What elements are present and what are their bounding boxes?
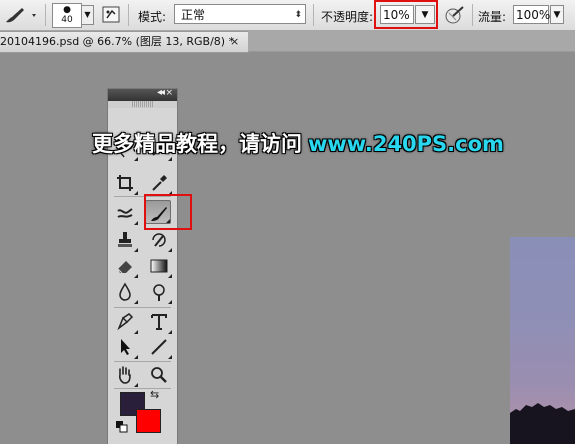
canvas-hill-silhouette bbox=[510, 403, 575, 444]
close-icon[interactable]: × bbox=[165, 88, 173, 98]
brush-size-picker[interactable]: ● 40 bbox=[52, 3, 82, 28]
tools-panel-header[interactable]: ◂◂ × bbox=[108, 87, 177, 101]
arrow-cursor-icon bbox=[121, 339, 130, 355]
flow-dropdown-arrow[interactable]: ▼ bbox=[550, 5, 564, 24]
droplet-icon bbox=[119, 282, 131, 301]
brush-size-value: 40 bbox=[61, 15, 73, 25]
flow-label: 流量: bbox=[478, 10, 507, 24]
eraser-icon bbox=[117, 261, 132, 274]
brush-icon bbox=[6, 8, 36, 23]
default-colors-glyph bbox=[116, 421, 128, 433]
tab-strip bbox=[248, 31, 575, 52]
document-tab-title: 20104196.psd @ 66.7% (图层 13, RGB/8) * bbox=[0, 35, 235, 48]
type-tool[interactable] bbox=[146, 310, 172, 334]
separator bbox=[128, 4, 129, 26]
watermark-url: www.240PS.com bbox=[308, 132, 504, 156]
watermark-banner: 更多精品教程，请访问 www.240PS.com bbox=[92, 128, 504, 158]
separator bbox=[472, 4, 473, 26]
blur-tool[interactable] bbox=[112, 280, 138, 304]
pen-icon bbox=[117, 313, 134, 331]
mode-value: 正常 bbox=[181, 8, 206, 22]
hand-icon bbox=[119, 366, 131, 384]
watermark-text: 更多精品教程，请访问 bbox=[92, 132, 302, 156]
dodge-tool[interactable] bbox=[146, 280, 172, 304]
opacity-highlight-box bbox=[374, 0, 438, 29]
tablet-pressure-icon bbox=[445, 6, 464, 24]
tools-separator bbox=[114, 388, 171, 389]
crop-icon bbox=[117, 175, 133, 191]
type-icon bbox=[151, 314, 167, 330]
mode-label: 模式: bbox=[138, 10, 167, 24]
history-brush-tool[interactable] bbox=[146, 228, 172, 252]
pressure-opacity-button[interactable] bbox=[444, 4, 466, 26]
tools-panel-grip[interactable]: ||||||||||| bbox=[108, 101, 177, 108]
mode-select[interactable]: 正常 ⬍ bbox=[174, 4, 306, 24]
hand-tool[interactable] bbox=[112, 363, 138, 387]
options-bar: ● 40 ▼ 模式: 正常 ⬍ 不透明度: 10% ▼ 流量: 100% ▼ bbox=[0, 0, 575, 31]
healing-brush-tool[interactable] bbox=[112, 201, 138, 225]
zoom-tool[interactable] bbox=[146, 363, 172, 387]
default-colors-icon[interactable] bbox=[116, 421, 128, 433]
brush-tool-highlight-box bbox=[144, 194, 192, 230]
canvas-image[interactable] bbox=[510, 237, 575, 444]
line-tool[interactable] bbox=[146, 335, 172, 359]
history-brush-icon bbox=[152, 233, 166, 247]
pen-tool[interactable] bbox=[112, 310, 138, 334]
select-arrows-icon: ⬍ bbox=[294, 10, 302, 20]
band-aid-icon bbox=[117, 208, 133, 218]
tool-preset-picker[interactable] bbox=[2, 4, 40, 26]
swap-colors-icon[interactable]: ⇆ bbox=[150, 388, 159, 401]
path-selection-tool[interactable] bbox=[112, 335, 138, 359]
gradient-icon bbox=[150, 259, 168, 273]
brush-size-dropdown-arrow[interactable]: ▼ bbox=[81, 5, 94, 25]
separator bbox=[45, 4, 46, 26]
crop-tool[interactable] bbox=[112, 171, 138, 195]
document-tab-close-button[interactable]: × bbox=[230, 32, 239, 52]
collapse-icon[interactable]: ◂◂ bbox=[157, 87, 165, 98]
tools-separator bbox=[114, 307, 171, 308]
opacity-label: 不透明度: bbox=[321, 10, 374, 24]
brush-panel-icon bbox=[102, 6, 120, 23]
eyedropper-icon bbox=[152, 175, 167, 191]
dodge-icon bbox=[153, 284, 165, 301]
eyedropper-tool[interactable] bbox=[146, 171, 172, 195]
background-color-swatch[interactable] bbox=[136, 409, 161, 433]
brush-panel-toggle-button[interactable] bbox=[101, 5, 123, 25]
flow-input[interactable]: 100% bbox=[513, 5, 550, 24]
gradient-tool[interactable] bbox=[146, 254, 172, 278]
tools-separator bbox=[114, 361, 171, 362]
eraser-tool[interactable] bbox=[112, 254, 138, 278]
clone-stamp-tool[interactable] bbox=[112, 228, 138, 252]
separator bbox=[313, 4, 314, 26]
magnifier-icon bbox=[151, 367, 167, 383]
stamp-icon bbox=[118, 232, 132, 247]
line-icon bbox=[151, 339, 167, 355]
document-tab[interactable]: 20104196.psd @ 66.7% (图层 13, RGB/8) * × bbox=[0, 31, 249, 53]
brush-tip-icon: ● bbox=[63, 5, 71, 15]
